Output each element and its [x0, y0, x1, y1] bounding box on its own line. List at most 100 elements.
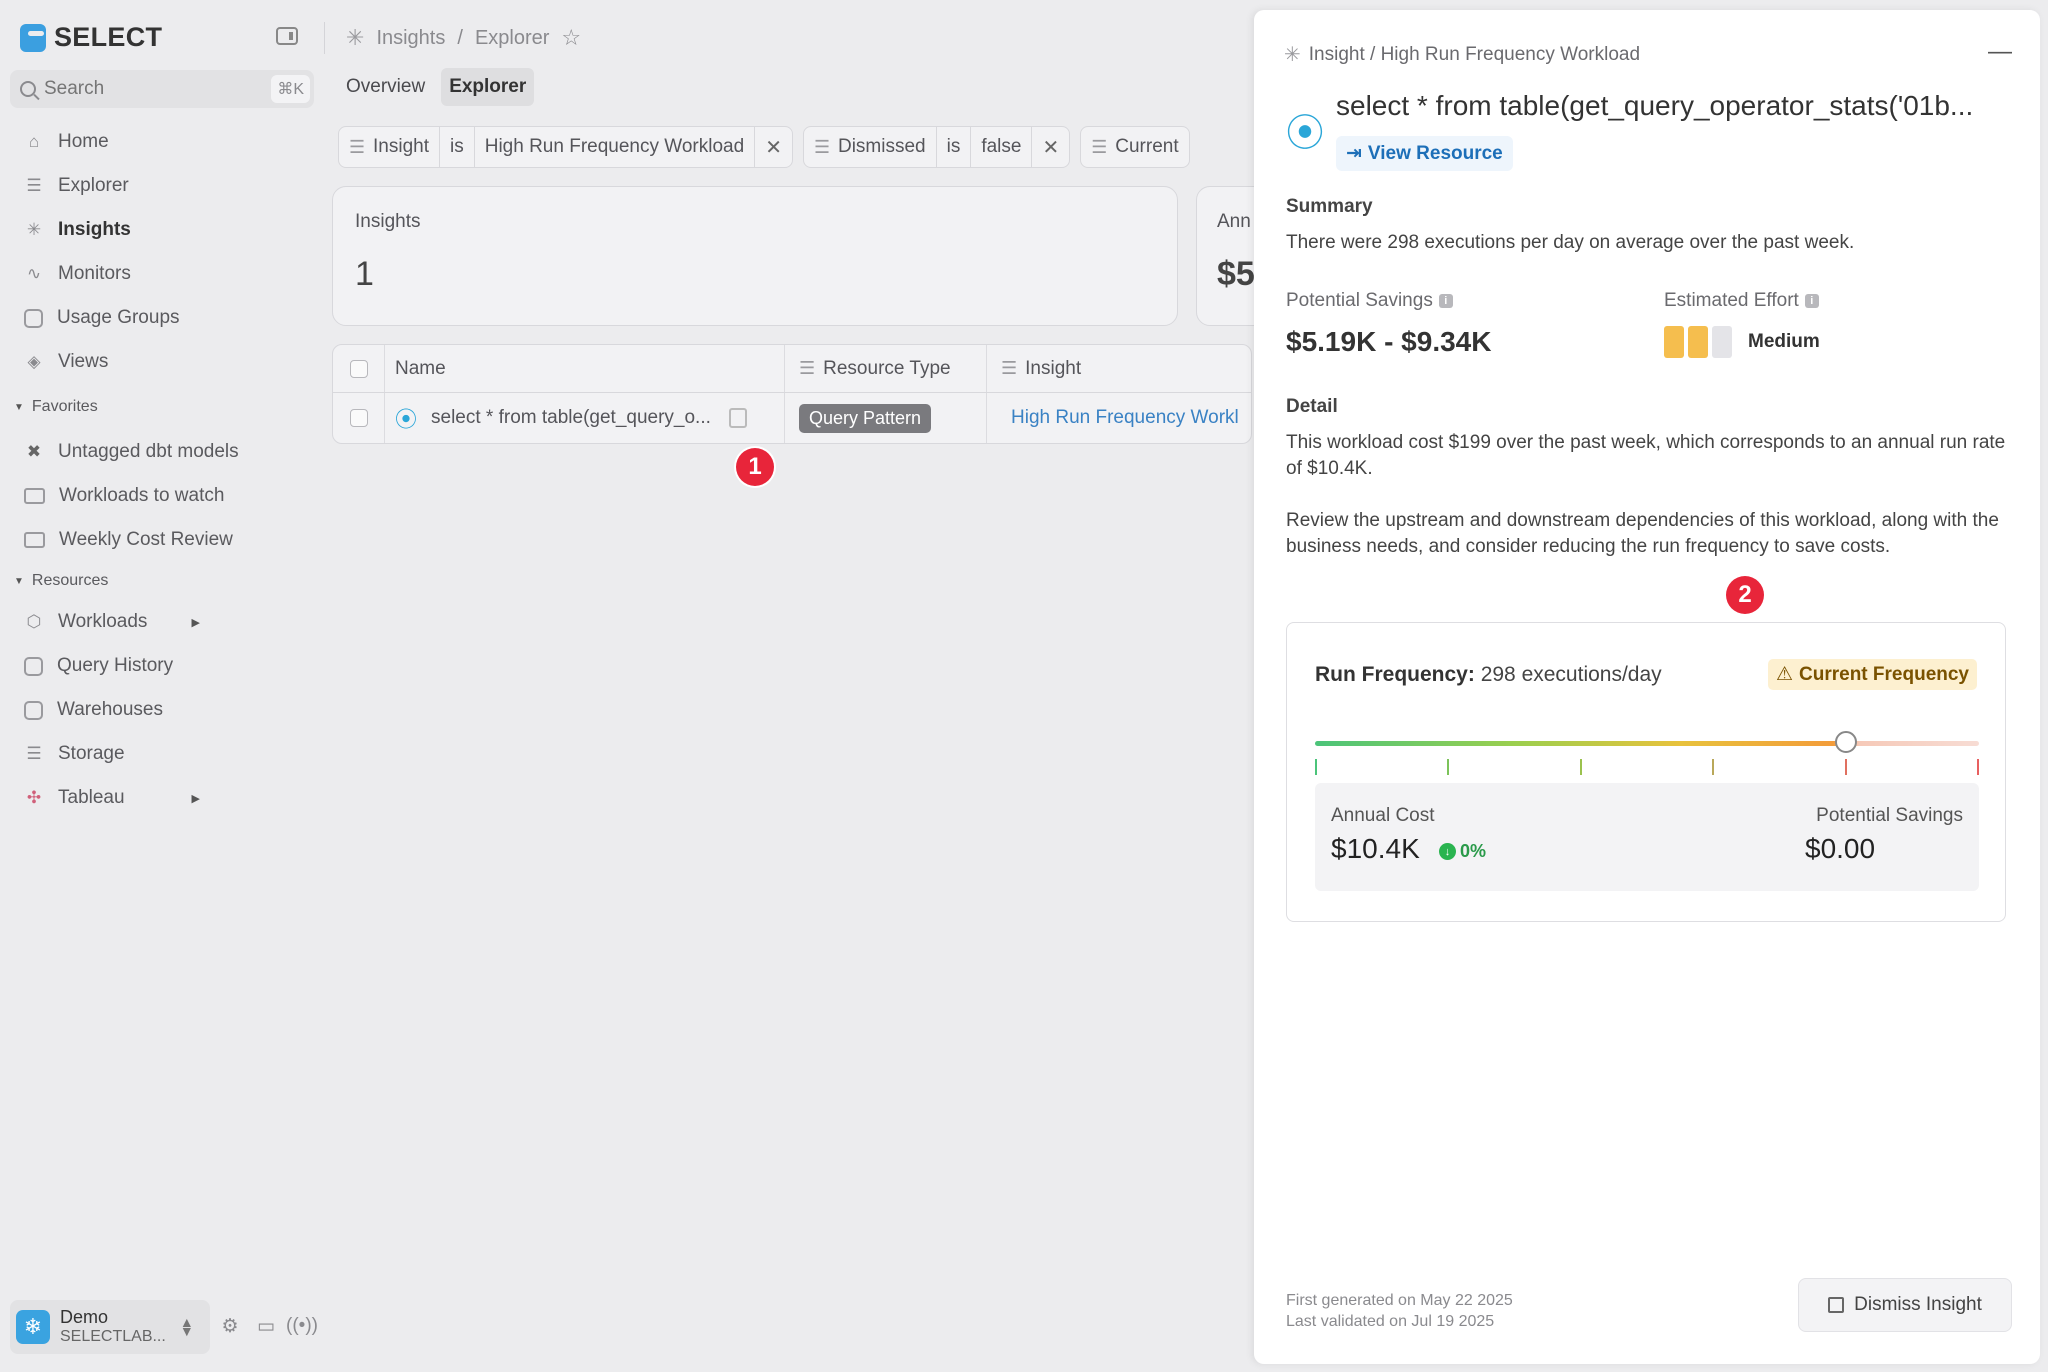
filter-field: Dismissed [837, 136, 926, 157]
breadcrumb-insights[interactable]: Insights [376, 27, 445, 50]
sidebar-item-explorer[interactable]: ☰ Explorer [10, 164, 314, 208]
effort-segment [1664, 326, 1684, 358]
column-header-label: Insight [1025, 357, 1082, 379]
open-panel-icon[interactable] [728, 408, 747, 428]
account-switcher[interactable]: ❄ Demo SELECTLAB... ▲ ▼ [10, 1300, 210, 1354]
select-all-checkbox[interactable] [349, 359, 368, 378]
favorite-label: Untagged dbt models [58, 441, 239, 462]
annual-cost-change: 0% [1460, 841, 1487, 861]
list-icon: ☰ [1001, 358, 1018, 378]
frequency-slider-track[interactable] [1315, 741, 1979, 746]
favorite-item[interactable]: Weekly Cost Review [10, 518, 314, 562]
minimize-icon[interactable]: — [1988, 38, 2012, 66]
column-header-label: Resource Type [823, 357, 951, 379]
breadcrumb-explorer[interactable]: Explorer [475, 27, 549, 50]
favorite-item[interactable]: Workloads to watch [10, 474, 314, 518]
breadcrumb: ✳ Insights / Explorer ☆ [346, 22, 581, 54]
info-icon[interactable]: i [1804, 294, 1819, 308]
chat-icon[interactable]: ▭ [254, 1314, 278, 1338]
row-select-cell [333, 393, 385, 443]
view-tabs: Overview Explorer [338, 68, 535, 106]
app-logo[interactable]: SELECT [20, 22, 162, 53]
close-icon[interactable]: ✕ [755, 127, 792, 167]
dbt-icon: ✖ [26, 442, 42, 461]
column-header-name[interactable]: Name [385, 345, 785, 392]
table-row[interactable]: ⦿ select * from table(get_query_o... Que… [333, 393, 1251, 443]
slider-tick [1447, 759, 1450, 775]
broadcast-icon[interactable]: ((•)) [286, 1314, 318, 1338]
sidebar-item-label: Views [58, 351, 109, 372]
effort-segment [1712, 326, 1732, 358]
resource-item-warehouses[interactable]: Warehouses [10, 688, 314, 732]
star-icon[interactable]: ☆ [561, 25, 581, 51]
view-resource-button[interactable]: ⇥ View Resource [1336, 136, 1513, 171]
filter-operator[interactable]: is [440, 127, 475, 167]
filter-chip-current[interactable]: ☰ Current [1080, 126, 1190, 168]
dismiss-insight-label: Dismiss Insight [1854, 1294, 1982, 1315]
annual-cost-change-badge: ↓ 0% [1439, 841, 1486, 862]
sidebar-item-views[interactable]: ◈ Views [10, 340, 314, 384]
filter-operator[interactable]: is [937, 127, 972, 167]
potential-savings-label-row: Potential Savings i [1286, 290, 1453, 312]
chevron-right-icon[interactable]: ▶ [192, 792, 200, 805]
chevron-updown-icon: ▲ ▼ [179, 1314, 194, 1339]
potential-savings-label: Potential Savings [1286, 290, 1433, 311]
filter-field: Insight [373, 136, 429, 157]
insights-icon: ✳ [1284, 44, 1301, 66]
settings-icon[interactable]: ⚙ [218, 1314, 242, 1338]
chevron-right-icon[interactable]: ▶ [192, 616, 200, 629]
row-insight-cell[interactable]: High Run Frequency Workl [987, 393, 1251, 443]
sidebar-item-monitors[interactable]: ∿ Monitors [10, 252, 314, 296]
account-sub: SELECTLAB... [60, 1328, 166, 1345]
collapse-sidebar-icon[interactable] [276, 27, 298, 45]
resource-label: Workloads [58, 611, 148, 632]
search-input[interactable] [44, 78, 244, 100]
card-value: $5 [1217, 255, 1255, 293]
filter-value[interactable]: false [971, 127, 1033, 167]
column-header-insight[interactable]: ☰ Insight [987, 345, 1251, 392]
detail-header: Detail [1286, 396, 1338, 417]
row-name-cell[interactable]: ⦿ select * from table(get_query_o... [385, 393, 785, 443]
insight-link[interactable]: High Run Frequency Workl [1011, 407, 1239, 429]
column-header-resource-type[interactable]: ☰ Resource Type [785, 345, 987, 392]
archive-icon [1828, 1297, 1845, 1313]
resource-item-storage[interactable]: ☰ Storage [10, 732, 314, 776]
resource-item-query-history[interactable]: Query History [10, 644, 314, 688]
slider-tick [1844, 759, 1847, 775]
snowflake-icon: ❄ [16, 1310, 50, 1344]
close-icon[interactable]: ✕ [1032, 127, 1069, 167]
annual-cost-label: Annual Cost [1331, 805, 1435, 826]
current-frequency-label: Current Frequency [1799, 663, 1969, 685]
row-checkbox[interactable] [349, 409, 368, 427]
insights-count-card: Insights 1 [332, 186, 1178, 326]
search-box[interactable]: ⌘K [10, 70, 314, 108]
filter-chip-insight[interactable]: ☰ Insight is High Run Frequency Workload … [338, 126, 793, 168]
sidebar-item-insights[interactable]: ✳ Insights [10, 208, 314, 252]
detail-paragraph-2: Review the upstream and downstream depen… [1286, 510, 1999, 557]
resource-item-workloads[interactable]: ⬡ Workloads ▶ [10, 600, 314, 644]
app-name: SELECT [54, 22, 163, 52]
dismiss-insight-button[interactable]: Dismiss Insight [1798, 1278, 2012, 1332]
run-frequency-label: Run Frequency: [1315, 663, 1475, 686]
info-icon[interactable]: i [1438, 294, 1453, 308]
row-resource-type-cell: Query Pattern [785, 393, 987, 443]
view-resource-label: View Resource [1367, 142, 1503, 164]
resources-section-toggle[interactable]: ▼ Resources [14, 572, 108, 590]
card-label: Insights [355, 211, 421, 232]
favorites-section-toggle[interactable]: ▼ Favorites [14, 398, 98, 416]
tab-explorer[interactable]: Explorer [441, 68, 535, 106]
tab-overview[interactable]: Overview [338, 68, 433, 106]
slider-tick [1579, 759, 1582, 775]
resource-item-tableau[interactable]: ✣ Tableau ▶ [10, 776, 314, 820]
views-icon: ◈ [27, 352, 41, 371]
header-divider [324, 22, 325, 54]
explorer-icon: ☰ [26, 176, 42, 195]
filter-value[interactable]: High Run Frequency Workload [475, 127, 756, 167]
slider-tick [1712, 759, 1715, 775]
sidebar-item-home[interactable]: ⌂ Home [10, 120, 314, 164]
frequency-slider-handle[interactable] [1835, 731, 1858, 753]
tableau-icon: ✣ [26, 788, 42, 807]
sidebar-item-usage-groups[interactable]: Usage Groups [10, 296, 314, 340]
favorite-item[interactable]: ✖ Untagged dbt models [10, 430, 314, 474]
filter-chip-dismissed[interactable]: ☰ Dismissed is false ✕ [802, 126, 1071, 168]
